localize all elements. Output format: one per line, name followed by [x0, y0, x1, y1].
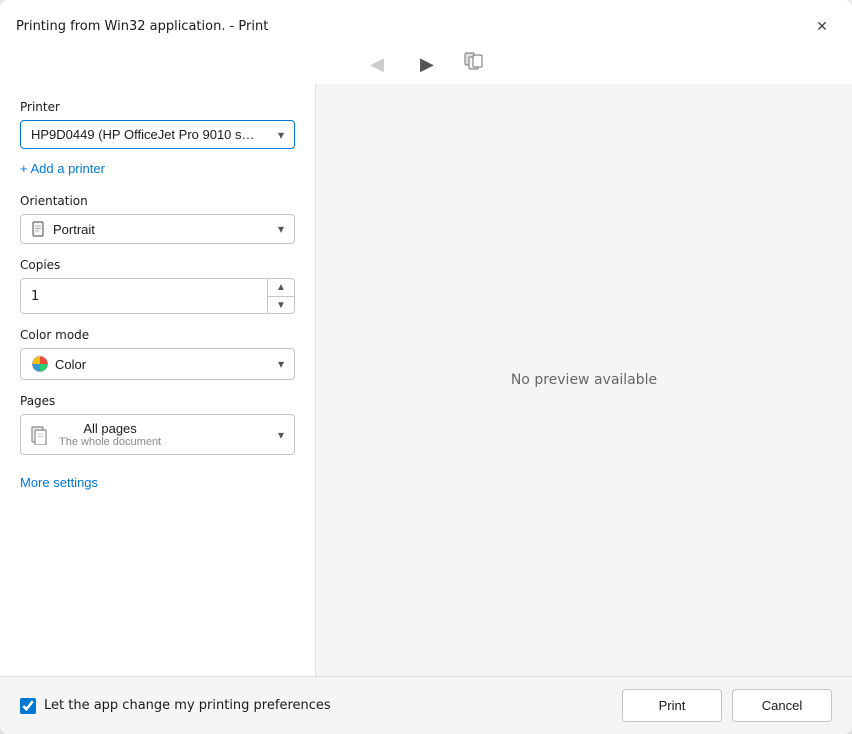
preview-panel: No preview available [315, 84, 852, 676]
print-button[interactable]: Print [622, 689, 722, 722]
orientation-chevron-icon: ▾ [278, 222, 284, 236]
no-preview-text: No preview available [511, 372, 657, 388]
color-mode-chevron-icon: ▾ [278, 357, 284, 371]
main-content: Printer HP9D0449 (HP OfficeJet Pro 9010 … [0, 84, 852, 676]
title-bar: Printing from Win32 application. - Print… [0, 0, 852, 48]
more-settings-label: More settings [20, 475, 98, 490]
nav-bar: ◀ ▶ [0, 48, 852, 84]
pages-label: Pages [20, 394, 295, 408]
app-preferences-checkbox-label[interactable]: Let the app change my printing preferenc… [20, 698, 610, 714]
copies-spinners: ▲ ▼ [267, 279, 294, 313]
copies-decrement-button[interactable]: ▼ [268, 296, 294, 313]
orientation-selected-value: Portrait [53, 222, 95, 237]
more-settings-button[interactable]: More settings [20, 471, 295, 494]
copies-label: Copies [20, 258, 295, 272]
printer-select[interactable]: HP9D0449 (HP OfficeJet Pro 9010 s… ▾ [20, 120, 295, 149]
app-preferences-label: Let the app change my printing preferenc… [44, 698, 331, 713]
printer-chevron-icon: ▾ [278, 128, 284, 142]
add-printer-label: + Add a printer [20, 161, 105, 176]
footer: Let the app change my printing preferenc… [0, 676, 852, 734]
add-printer-button[interactable]: + Add a printer [20, 157, 295, 180]
pages-icon [31, 425, 51, 445]
printer-selected-value: HP9D0449 (HP OfficeJet Pro 9010 s… [31, 127, 255, 142]
orientation-label: Orientation [20, 194, 295, 208]
print-button-label: Print [659, 698, 686, 713]
print-dialog: Printing from Win32 application. - Print… [0, 0, 852, 734]
cancel-button-label: Cancel [762, 698, 802, 713]
color-mode-selected-value: Color [55, 357, 86, 372]
app-preferences-checkbox[interactable] [20, 698, 36, 714]
next-page-button[interactable]: ▶ [414, 53, 440, 75]
pages-layout-icon [464, 52, 488, 76]
pages-select[interactable]: All pages The whole document ▾ [20, 414, 295, 455]
pages-text-group: All pages The whole document [59, 421, 161, 448]
portrait-doc-icon [31, 221, 47, 237]
copies-field: 1 ▲ ▼ [20, 278, 295, 314]
cancel-button[interactable]: Cancel [732, 689, 832, 722]
orientation-select[interactable]: Portrait ▾ [20, 214, 295, 244]
dialog-title: Printing from Win32 application. - Print [16, 19, 268, 34]
printer-label: Printer [20, 100, 295, 114]
footer-buttons: Print Cancel [622, 689, 832, 722]
pages-selected-value: All pages [59, 421, 161, 436]
close-button[interactable]: ✕ [808, 12, 836, 40]
copies-value: 1 [21, 283, 267, 310]
left-panel: Printer HP9D0449 (HP OfficeJet Pro 9010 … [0, 84, 315, 676]
pages-chevron-icon: ▾ [278, 428, 284, 442]
copies-increment-button[interactable]: ▲ [268, 279, 294, 296]
color-mode-icon [31, 355, 49, 373]
color-mode-label: Color mode [20, 328, 295, 342]
prev-page-button[interactable]: ◀ [364, 53, 390, 75]
pages-sub-label: The whole document [59, 436, 161, 448]
color-mode-select[interactable]: Color ▾ [20, 348, 295, 380]
